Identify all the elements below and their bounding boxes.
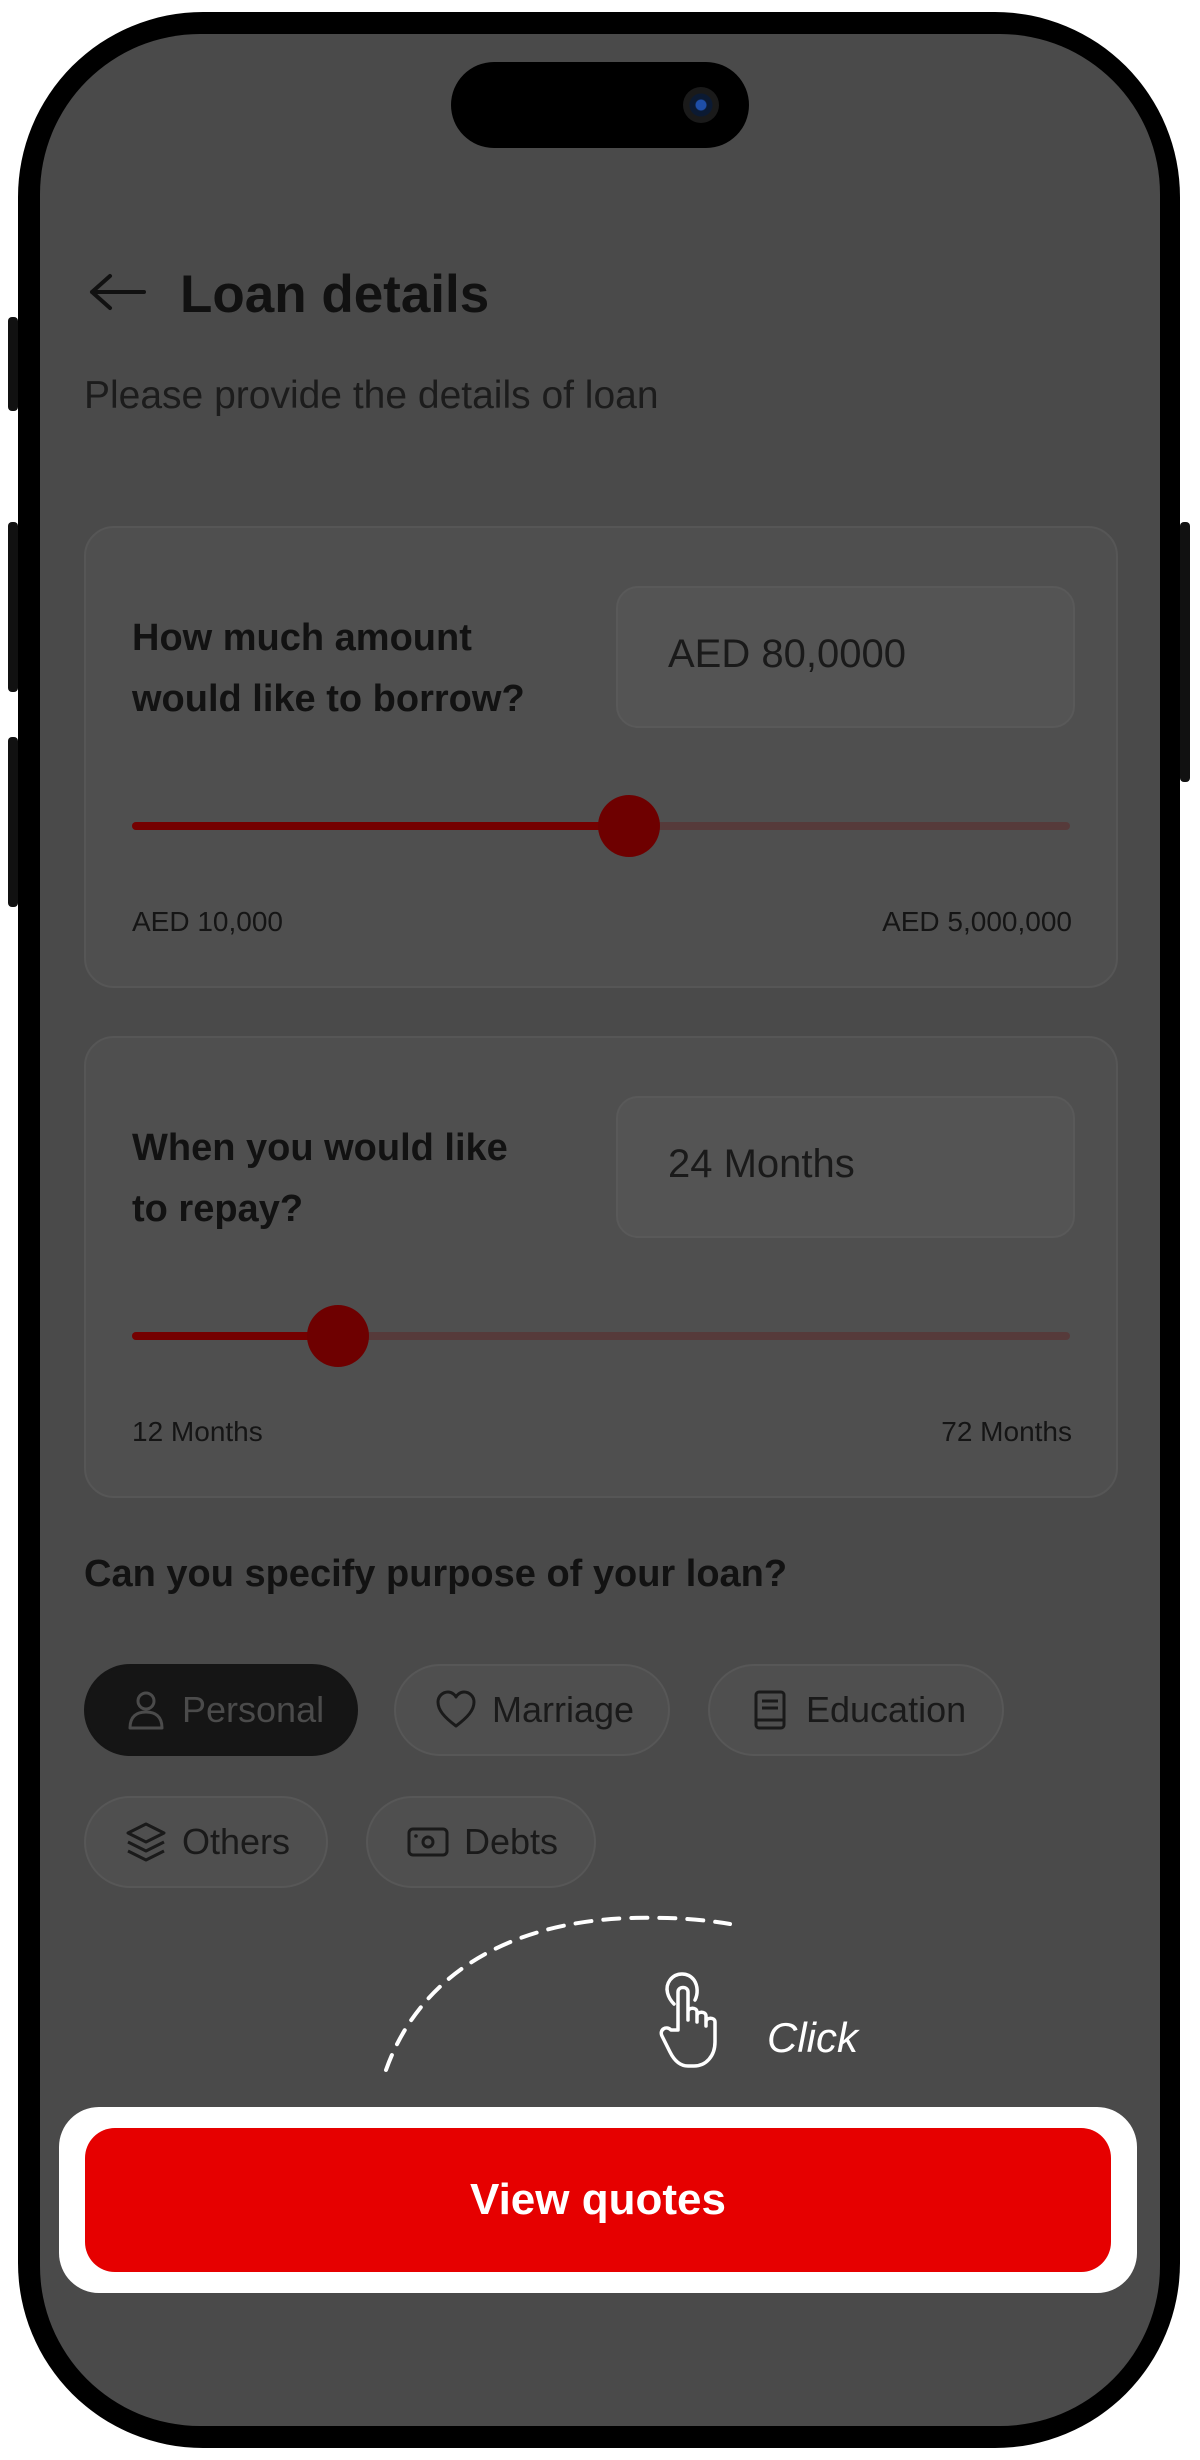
heart-icon [434, 1688, 478, 1732]
purpose-chip-label: Education [806, 1689, 967, 1730]
repay-period-slider-thumb[interactable] [307, 1305, 370, 1367]
repay-period-slider[interactable] [132, 1305, 1070, 1367]
purpose-chip-label: Others [182, 1821, 291, 1862]
repay-question: When you would like to repay? [132, 1118, 508, 1240]
cash-icon [406, 1820, 450, 1864]
loan-amount-question: How much amount would like to borrow? [132, 608, 525, 730]
click-hint-label: Click [767, 2014, 858, 2061]
purpose-chip-label: Marriage [492, 1689, 635, 1730]
purpose-chip-label: Personal [182, 1689, 325, 1730]
loan-amount-value: AED 80,0000 [668, 632, 906, 676]
camera-icon [683, 87, 719, 123]
page-title: Loan details [180, 265, 490, 324]
volume-down-button [8, 737, 18, 907]
loan-amount-slider[interactable] [132, 795, 1070, 857]
loan-amount-slider-fill [132, 822, 630, 830]
loan-amount-min-label: AED 10,000 [132, 906, 283, 937]
purpose-chip-personal[interactable]: Personal [84, 1664, 358, 1756]
dynamic-island [451, 62, 749, 148]
repay-period-field[interactable]: 24 Months [616, 1096, 1075, 1238]
loan-amount-max-label: AED 5,000,000 [882, 906, 1072, 937]
screen: Loan details Please provide the details … [40, 34, 1160, 2426]
person-icon [124, 1688, 168, 1732]
purpose-chip-label: Debts [464, 1821, 559, 1862]
book-icon [748, 1688, 792, 1732]
purpose-chip-others[interactable]: Others [84, 1796, 328, 1888]
loan-amount-field[interactable]: AED 80,0000 [616, 586, 1075, 728]
loan-amount-question-line1: How much amount [132, 617, 472, 659]
repay-card: When you would like to repay? 24 Months … [84, 1036, 1118, 1498]
purpose-question: Can you specify purpose of your loan? [84, 1553, 788, 1595]
repay-max-label: 72 Months [941, 1416, 1072, 1447]
action-button [8, 317, 18, 411]
view-quotes-button[interactable]: View quotes [85, 2128, 1111, 2272]
loan-amount-question-line2: would like to borrow? [132, 678, 525, 720]
repay-min-label: 12 Months [132, 1416, 263, 1447]
loan-amount-slider-thumb[interactable] [598, 795, 661, 857]
repay-period-value: 24 Months [668, 1142, 855, 1186]
repay-question-line1: When you would like [132, 1127, 508, 1169]
power-button [1180, 522, 1190, 782]
repay-question-line2: to repay? [132, 1188, 304, 1230]
pointer-hand-icon [659, 1972, 717, 2068]
back-arrow-icon[interactable] [88, 272, 148, 312]
volume-up-button [8, 522, 18, 692]
purpose-chip-education[interactable]: Education [708, 1664, 1004, 1756]
purpose-chip-debts[interactable]: Debts [366, 1796, 596, 1888]
page-subtitle: Please provide the details of loan [84, 374, 659, 417]
cta-highlight: View quotes [59, 2107, 1137, 2293]
loan-amount-card: How much amount would like to borrow? AE… [84, 526, 1118, 988]
purpose-chip-marriage[interactable]: Marriage [394, 1664, 670, 1756]
layers-icon [124, 1820, 168, 1864]
